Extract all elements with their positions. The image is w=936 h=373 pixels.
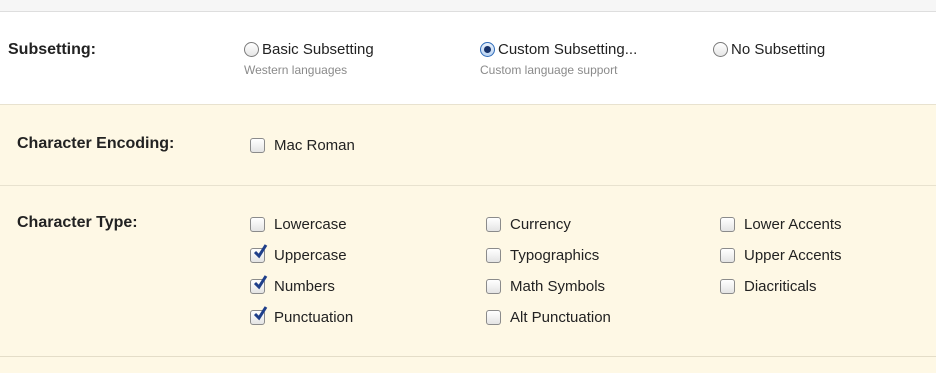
checkbox-alt-punctuation[interactable]: Alt Punctuation bbox=[486, 309, 611, 326]
checkbox-lowercase[interactable]: Lowercase bbox=[250, 216, 347, 233]
radio-button[interactable] bbox=[244, 42, 259, 57]
checkbox-label: Upper Accents bbox=[744, 247, 842, 264]
checkbox-label: Currency bbox=[510, 216, 571, 233]
checkbox[interactable] bbox=[720, 279, 735, 294]
checkbox-label: Lowercase bbox=[274, 216, 347, 233]
checkbox-label: Lower Accents bbox=[744, 216, 842, 233]
checkbox[interactable] bbox=[486, 248, 501, 263]
radio-sublabel: Western languages bbox=[244, 63, 348, 77]
subsetting-label: Subsetting: bbox=[8, 41, 96, 58]
radio-button-selected[interactable] bbox=[480, 42, 495, 57]
checkbox[interactable] bbox=[486, 217, 501, 232]
radio-label: No Subsetting bbox=[731, 41, 826, 58]
radio-label: Custom Subsetting... bbox=[498, 41, 638, 58]
checkbox[interactable] bbox=[250, 217, 265, 232]
checkbox-label: Typographics bbox=[510, 247, 600, 264]
checkbox-lower-accents[interactable]: Lower Accents bbox=[720, 216, 842, 233]
checkbox-math-symbols[interactable]: Math Symbols bbox=[486, 278, 605, 295]
checkbox-label: Alt Punctuation bbox=[510, 309, 611, 326]
radio-button[interactable] bbox=[713, 42, 728, 57]
character-encoding-label: Character Encoding: bbox=[17, 135, 175, 152]
checkbox-label: Punctuation bbox=[274, 309, 354, 326]
top-strip bbox=[0, 0, 936, 12]
checkbox-checked[interactable] bbox=[250, 275, 268, 294]
radio-label: Basic Subsetting bbox=[262, 41, 374, 58]
checkbox-label: Math Symbols bbox=[510, 278, 606, 295]
checkbox-mac-roman[interactable]: Mac Roman bbox=[250, 137, 355, 154]
checkbox-typographics[interactable]: Typographics bbox=[486, 247, 599, 264]
checkbox-diacriticals[interactable]: Diacriticals bbox=[720, 278, 817, 295]
checkbox-label: Diacriticals bbox=[744, 278, 817, 295]
radio-basic-subsetting[interactable]: Basic Subsetting Western languages bbox=[244, 41, 374, 77]
character-type-label: Character Type: bbox=[17, 214, 138, 231]
checkbox-label: Mac Roman bbox=[274, 137, 355, 154]
checkbox-label: Numbers bbox=[274, 278, 335, 295]
checkbox-checked[interactable] bbox=[250, 244, 268, 263]
checkbox[interactable] bbox=[486, 279, 501, 294]
checkbox-currency[interactable]: Currency bbox=[486, 216, 571, 233]
checkbox[interactable] bbox=[486, 310, 501, 325]
checkbox-upper-accents[interactable]: Upper Accents bbox=[720, 247, 842, 264]
checkbox-numbers[interactable]: Numbers bbox=[250, 275, 335, 295]
checkbox[interactable] bbox=[720, 248, 735, 263]
checkbox-punctuation[interactable]: Punctuation bbox=[250, 306, 354, 326]
checkbox-uppercase[interactable]: Uppercase bbox=[250, 244, 347, 264]
radio-dot bbox=[484, 46, 491, 53]
checkbox-label: Uppercase bbox=[274, 247, 347, 264]
radio-custom-subsetting[interactable]: Custom Subsetting... Custom language sup… bbox=[480, 41, 637, 77]
radio-sublabel: Custom language support bbox=[480, 63, 618, 77]
radio-no-subsetting[interactable]: No Subsetting bbox=[713, 41, 825, 58]
checkbox-checked[interactable] bbox=[250, 306, 268, 325]
checkbox[interactable] bbox=[250, 138, 265, 153]
panel-divider bbox=[0, 356, 936, 357]
checkbox[interactable] bbox=[720, 217, 735, 232]
